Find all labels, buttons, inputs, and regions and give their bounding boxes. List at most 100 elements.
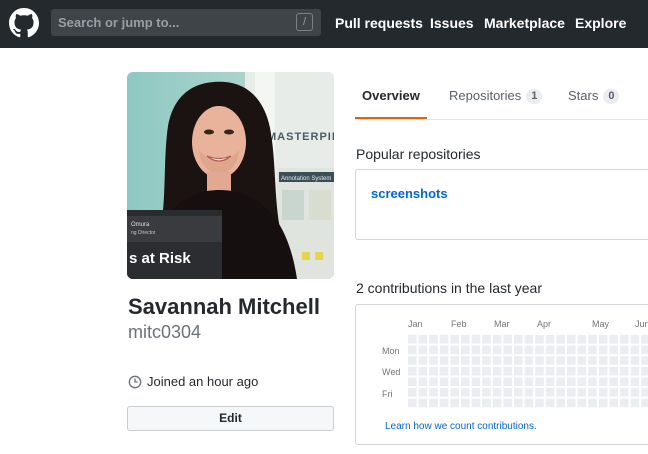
contribution-day-cell <box>439 366 449 376</box>
contribution-day-cell <box>535 398 544 408</box>
contribution-day-cell <box>567 398 576 408</box>
contribution-day-cell <box>429 356 438 365</box>
contribution-day-cell <box>429 377 438 386</box>
contribution-day-cell <box>577 335 587 344</box>
contribution-day-cell <box>630 335 640 344</box>
photo-banner-text: s at Risk <box>129 250 191 267</box>
contribution-day-cell <box>482 356 491 365</box>
contribution-day-cell <box>609 335 618 344</box>
contribution-day-cell <box>630 377 640 386</box>
contribution-day-cell <box>471 377 481 386</box>
contribution-day-cell <box>408 388 417 397</box>
contribution-day-cell <box>450 377 459 386</box>
contribution-day-cell <box>471 388 481 397</box>
contribution-day-cell <box>620 335 629 344</box>
contribution-day-cell <box>450 366 459 376</box>
contribution-day-cell <box>482 345 491 355</box>
contribution-day-cell <box>567 335 576 344</box>
contribution-day-cell <box>620 377 629 386</box>
contribution-day-cell <box>620 398 629 408</box>
contribution-day-cell <box>588 366 597 376</box>
contribution-calendar: Jan Feb Mar Apr May Jun Mon Wed Fri Lear… <box>355 304 648 445</box>
nav-issues[interactable]: Issues <box>430 15 474 31</box>
top-navigation-bar: / Pull requests Issues Marketplace Explo… <box>0 0 648 48</box>
contribution-day-cell <box>598 388 608 397</box>
contribution-day-cell <box>588 388 597 397</box>
contribution-day-cell <box>524 356 534 365</box>
contribution-day-cell <box>461 356 470 365</box>
contribution-day-cell <box>535 356 544 365</box>
search-input[interactable] <box>51 9 291 36</box>
nav-pull-requests[interactable]: Pull requests <box>335 15 423 31</box>
contribution-day-cell <box>450 398 459 408</box>
contribution-day-cell <box>450 345 459 355</box>
learn-contributions-link[interactable]: Learn how we count contributions. <box>385 421 537 432</box>
contribution-day-cell <box>641 366 648 376</box>
contribution-day-cell <box>418 398 428 408</box>
contribution-day-cell <box>545 356 555 365</box>
contribution-day-cell <box>641 345 648 355</box>
contribution-day-cell <box>598 377 608 386</box>
contribution-day-cell <box>630 388 640 397</box>
photo-badge-name: Omura <box>131 222 150 228</box>
contribution-day-cell <box>514 398 523 408</box>
tab-stars[interactable]: Stars 0 <box>568 88 620 104</box>
search-box <box>51 9 321 36</box>
contribution-day-cell <box>482 388 491 397</box>
contribution-day-cell <box>429 335 438 344</box>
contribution-day-cell <box>588 377 597 386</box>
contribution-day-cell <box>408 366 417 376</box>
contribution-day-cell <box>514 388 523 397</box>
contribution-day-cell <box>418 356 428 365</box>
profile-username: mitc0304 <box>128 322 202 342</box>
contribution-day-cell <box>461 398 470 408</box>
contribution-day-cell <box>492 366 502 376</box>
contribution-day-cell <box>556 366 565 376</box>
contribution-day-cell <box>503 398 512 408</box>
contribution-day-cell <box>450 335 459 344</box>
photo-badge-title: ng Director <box>131 230 156 236</box>
contribution-day-cell <box>620 388 629 397</box>
avatar[interactable]: MASTERPIE Annotation System Omura ng Dir… <box>127 72 334 279</box>
contribution-day-cell <box>461 335 470 344</box>
contribution-day-cell <box>524 398 534 408</box>
contribution-day-cell <box>439 388 449 397</box>
contribution-day-cell <box>620 345 629 355</box>
contributions-title: 2 contributions in the last year <box>356 280 542 296</box>
contribution-day-cell <box>418 335 428 344</box>
edit-profile-button[interactable]: Edit <box>127 406 334 431</box>
contribution-day-cell <box>418 377 428 386</box>
contribution-day-cell <box>545 388 555 397</box>
contribution-day-cell <box>418 345 428 355</box>
contribution-day-cell <box>577 377 587 386</box>
contribution-day-cell <box>630 366 640 376</box>
repositories-count-badge: 1 <box>526 89 543 104</box>
contribution-day-cell <box>429 345 438 355</box>
contribution-day-cell <box>630 398 640 408</box>
tab-stars-label: Stars <box>568 88 599 103</box>
contribution-day-cell <box>492 345 502 355</box>
contribution-day-cell <box>524 377 534 386</box>
contribution-day-cell <box>609 356 618 365</box>
contribution-day-cell <box>514 377 523 386</box>
github-logo-icon[interactable] <box>9 8 39 38</box>
contribution-day-cell <box>609 366 618 376</box>
contribution-day-cell <box>461 388 470 397</box>
contribution-day-cell <box>556 345 565 355</box>
contribution-day-cell <box>408 356 417 365</box>
contribution-day-cell <box>482 366 491 376</box>
repo-link-screenshots[interactable]: screenshots <box>371 186 448 201</box>
contribution-day-cell <box>461 366 470 376</box>
nav-explore[interactable]: Explore <box>575 15 626 31</box>
contribution-day-cell <box>524 345 534 355</box>
tab-overview[interactable]: Overview <box>362 88 420 103</box>
contribution-day-cell <box>524 335 534 344</box>
contribution-day-cell <box>556 398 565 408</box>
contribution-day-cell <box>545 377 555 386</box>
contribution-day-cell <box>556 377 565 386</box>
contribution-day-cell <box>577 345 587 355</box>
contribution-day-cell <box>439 398 449 408</box>
contribution-day-cell <box>641 388 648 397</box>
tab-repositories[interactable]: Repositories 1 <box>449 88 543 104</box>
nav-marketplace[interactable]: Marketplace <box>484 15 565 31</box>
